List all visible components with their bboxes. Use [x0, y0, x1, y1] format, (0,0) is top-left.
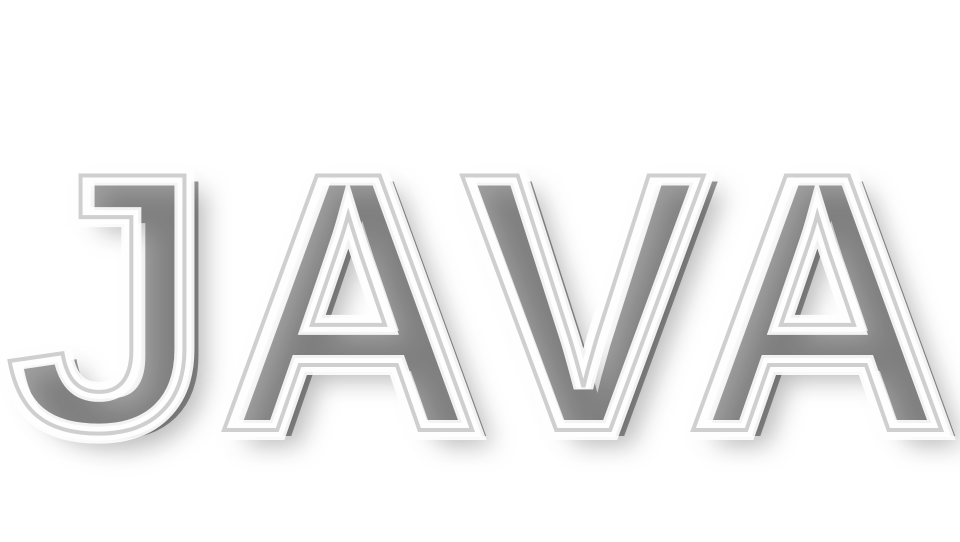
svg-text:JAVA: JAVA [4, 96, 956, 509]
java-logo-svg: JAVA JAVA JAVA JAVA JAVA JAVA [0, 0, 960, 542]
scene: void cotFile(final SyntaxNo n) thro Code… [0, 0, 960, 542]
